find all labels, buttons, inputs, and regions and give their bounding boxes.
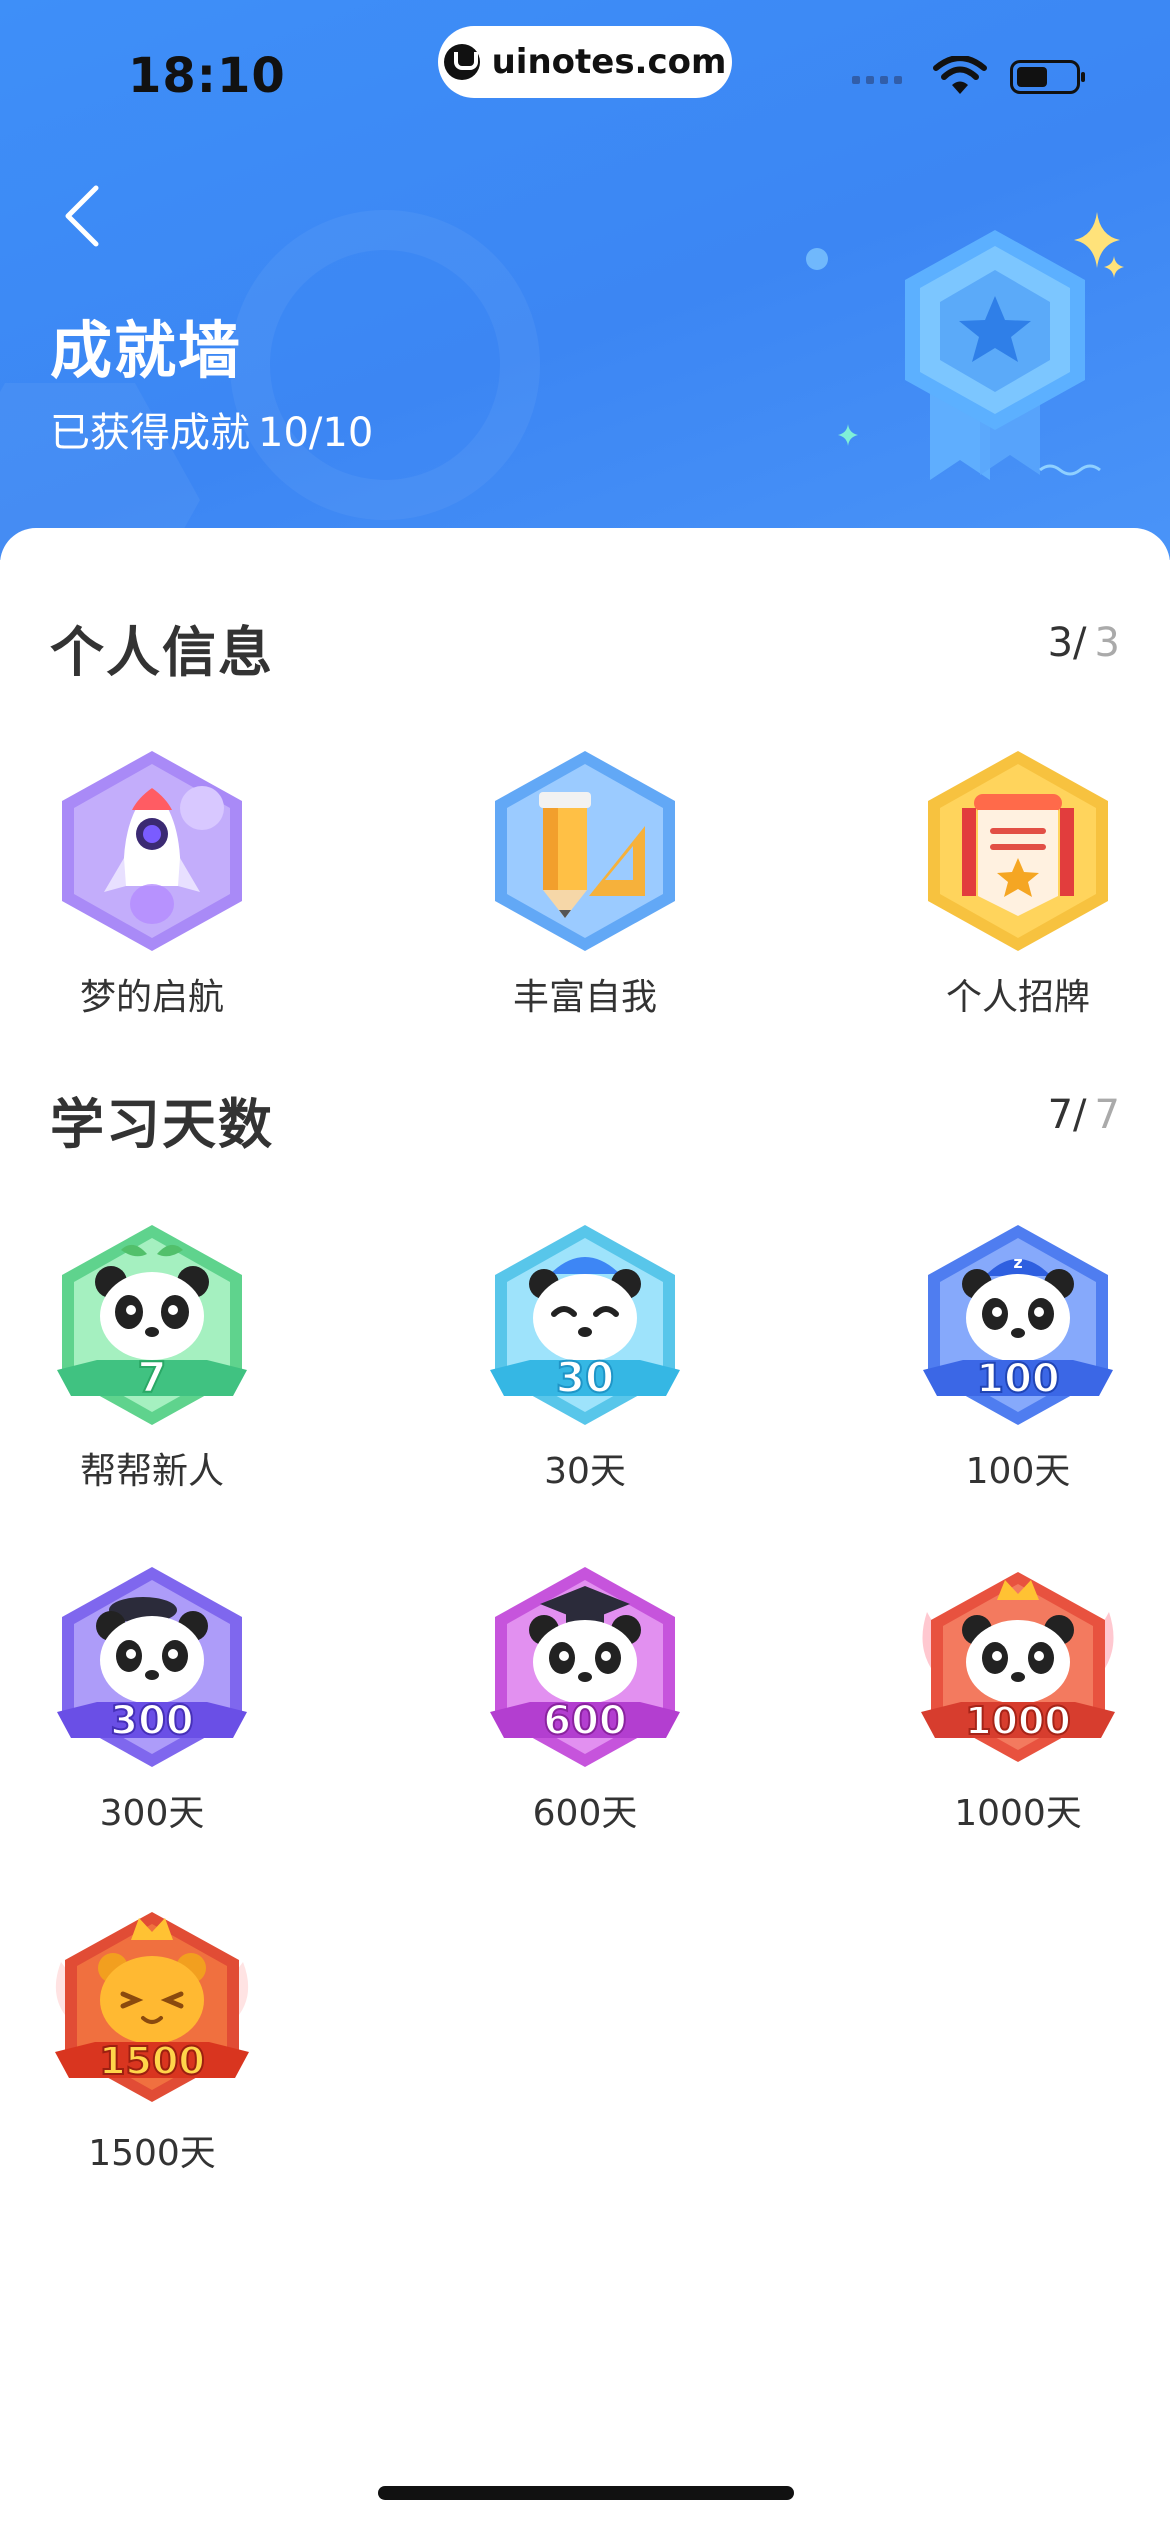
status-time: 18:10 [128,48,286,104]
achievement-item[interactable]: 1000 1000天 [868,1562,1168,1836]
decorative-ring [230,210,540,520]
home-indicator[interactable] [378,2486,794,2500]
badge-number: 30 [556,1353,614,1402]
earned-count: 7/ [1047,1092,1087,1138]
battery-icon [1010,60,1085,94]
progress-label: 已获得成就 [50,410,250,456]
achievement-item[interactable]: 300 300天 [2,1562,302,1836]
panda-crown-wings-badge-icon: 1000 [921,1572,1115,1762]
achievement-item[interactable]: 600 600天 [435,1562,735,1836]
cellular-signal-icon [852,76,902,84]
achievement-wall-page: 18:10 uinotes.com 成就墙 已获得成就 10/10 个人信息 3… [0,0,1170,2532]
badge-number: 100 [976,1356,1060,1402]
badge-number: 1500 [99,2039,205,2083]
panda-beret-badge-icon: 300 [57,1567,247,1767]
total-count: 3 [1094,620,1120,666]
progress-value: 10/10 [258,410,374,456]
panda-sprout-badge-icon: 7 [57,1225,247,1425]
achievement-label: 帮帮新人 [79,1451,224,1492]
achievement-label: 1500天 [88,2133,216,2174]
svg-text:z: z [1013,1253,1022,1272]
back-button[interactable] [52,180,112,252]
uinotes-logo-icon [443,44,480,80]
banner-star-badge-icon [928,751,1108,951]
url-text: uinotes.com [491,42,727,82]
badge-number: 300 [110,1698,194,1744]
pencil-ruler-badge-icon [495,751,675,951]
achievement-label: 30天 [544,1451,626,1492]
achievement-item[interactable]: 个人招牌 [868,746,1168,1020]
badge-number: 7 [137,1353,166,1402]
panda-cap-badge-icon: 30 [490,1225,680,1425]
achievement-progress: 已获得成就 10/10 [50,400,373,458]
panda-graduate-badge-icon: 600 [490,1567,680,1767]
achievement-item[interactable]: 7 帮帮新人 [2,1220,302,1494]
section-count-study-days: 7/7 [1048,1092,1120,1138]
badge-number: 1000 [965,1699,1071,1743]
section-count-personal-info: 3/3 [1048,620,1120,666]
achievement-label: 300天 [99,1793,205,1834]
golden-panda-crown-badge-icon: 1500 [55,1912,249,2102]
section-title-study-days: 学习天数 [50,1093,274,1156]
achievement-label: 梦的启航 [79,977,224,1018]
achievement-label: 100天 [965,1451,1071,1492]
achievement-item[interactable]: 梦的启航 [2,746,302,1020]
section-title-personal-info: 个人信息 [50,621,274,684]
sparkle-icon [838,424,858,446]
achievement-label: 1000天 [954,1793,1082,1834]
header: 18:10 uinotes.com 成就墙 已获得成就 10/10 [0,0,1170,560]
sparkle-icon [1104,256,1124,278]
total-count: 7 [1094,1092,1120,1138]
page-title: 成就墙 [50,314,243,387]
achievement-item[interactable]: 1500 1500天 [2,1902,302,2176]
panda-sleep-cap-badge-icon: z 100 [923,1225,1113,1425]
achievement-label: 丰富自我 [512,977,657,1018]
achievement-item[interactable]: 30 30天 [435,1220,735,1494]
badge-number: 600 [543,1698,627,1744]
achievement-item[interactable]: 丰富自我 [435,746,735,1020]
achievement-list: 个人信息 3/3 梦的启航 丰富自我 个人招牌 学习天数 7/ 7 7 帮帮新人… [0,528,1170,2532]
rocket-badge-icon [62,751,242,951]
achievement-label: 600天 [532,1793,638,1834]
decorative-dot [806,248,828,270]
url-pill: uinotes.com [438,26,732,98]
wifi-icon [933,56,987,94]
achievement-label: 个人招牌 [945,977,1090,1018]
earned-count: 3/ [1047,620,1087,666]
achievement-item[interactable]: z 100 100天 [868,1220,1168,1494]
